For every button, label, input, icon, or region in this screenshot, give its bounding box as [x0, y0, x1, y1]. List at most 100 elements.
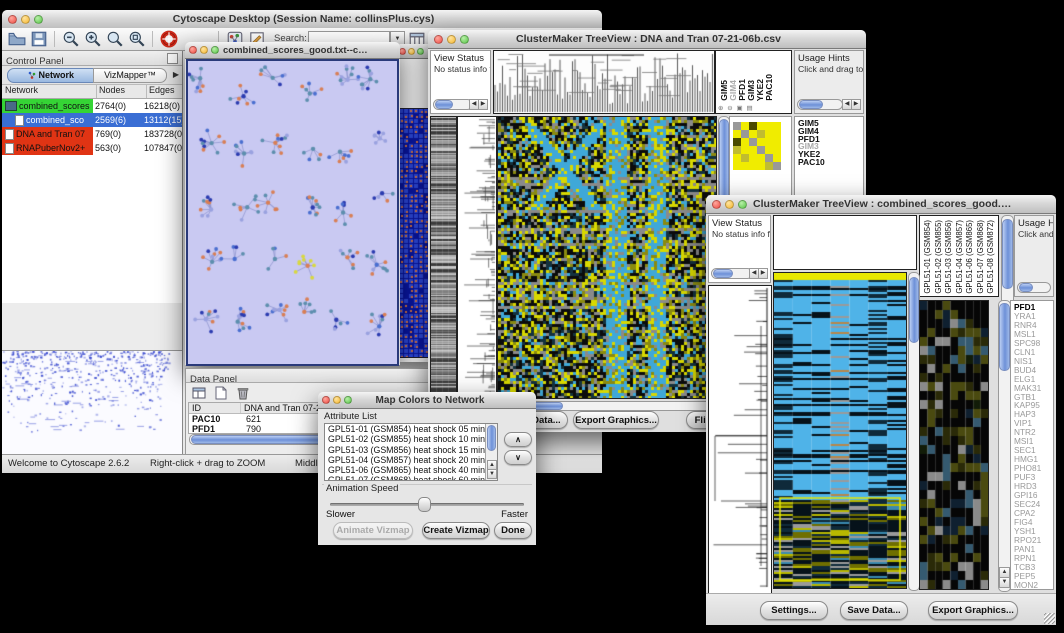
col-nodes[interactable]: Nodes [97, 85, 147, 98]
treeview1-column-labels[interactable]: ⊕ ⊖ ▣ ▤ GIM5GIM4PFD1GIM3YKE2PAC10 [715, 50, 792, 114]
zoom-button[interactable] [738, 200, 747, 209]
treeview2-heatmap[interactable] [773, 272, 907, 589]
treeview2-secondary-heatmap[interactable] [919, 300, 989, 590]
attribute-item[interactable]: GPL51-04 (GSM857) heat shock 20 min [325, 455, 497, 465]
zoom-button[interactable] [460, 35, 469, 44]
minimize-button[interactable] [408, 48, 415, 55]
treeview2-titlebar[interactable]: ClusterMaker TreeView : combined_scores_… [706, 195, 1056, 214]
export-graphics-button[interactable]: Export Graphics... [928, 601, 1018, 620]
column-label[interactable]: GPL51-04 (GSM857) [955, 220, 964, 294]
minimize-button[interactable] [447, 35, 456, 44]
close-button[interactable] [189, 46, 197, 54]
zoom-in-icon[interactable] [84, 30, 102, 48]
file-icon [5, 143, 14, 154]
column-label[interactable]: GPL51-02 (GSM855) [934, 220, 943, 294]
scroll-right-arrow[interactable]: ▶ [758, 268, 768, 279]
done-button[interactable]: Done [494, 522, 532, 539]
minimize-button[interactable] [333, 396, 341, 404]
tab-vizmapper[interactable]: VizMapper™ [93, 68, 167, 83]
minimize-button[interactable] [200, 46, 208, 54]
id-column-header[interactable]: ID [189, 403, 241, 413]
view-status-scrollbar[interactable] [433, 99, 473, 110]
treeview1-heatmap[interactable] [497, 116, 717, 399]
tab-overflow-arrow[interactable]: ▶ [173, 70, 179, 79]
matrix-cell [765, 146, 773, 154]
move-up-button[interactable]: ∧ [504, 432, 532, 447]
minimize-button[interactable] [21, 15, 30, 24]
save-session-icon[interactable] [30, 30, 48, 48]
create-vizmap-button[interactable]: Create Vizmap [422, 522, 490, 539]
treeview2-column-dendrogram[interactable] [773, 215, 917, 270]
scroll-right-arrow[interactable]: ▶ [851, 99, 861, 110]
attribute-list[interactable]: GPL51-01 (GSM854) heat shock 05 minGPL51… [324, 423, 498, 481]
dialog-titlebar[interactable]: Map Colors to Network [318, 392, 536, 409]
close-button[interactable] [399, 48, 406, 55]
slider-thumb[interactable] [418, 497, 431, 512]
treeview1-row-dendrogram[interactable] [457, 116, 497, 399]
col-edges[interactable]: Edges [147, 85, 182, 98]
resize-grip[interactable] [1044, 613, 1055, 624]
zoom-fit-icon[interactable] [106, 30, 124, 48]
matrix-cell [749, 130, 757, 138]
birdseye-view[interactable] [2, 350, 182, 455]
zoom-selected-icon[interactable] [128, 30, 146, 48]
save-data-button[interactable]: Save Data... [840, 601, 908, 620]
network-tree-row[interactable]: combined_sco2569(6)13112(15) [2, 113, 182, 127]
close-button[interactable] [434, 35, 443, 44]
column-label[interactable]: GPL51-01 (GSM854) [923, 220, 932, 294]
column-label[interactable]: GPL51-07 (GSM868) [976, 220, 985, 294]
usage-hints-scrollbar[interactable] [797, 99, 843, 110]
zoom-button[interactable] [211, 46, 219, 54]
attribute-item[interactable]: GPL51-02 (GSM855) heat shock 10 min [325, 434, 497, 444]
treeview1-titlebar[interactable]: ClusterMaker TreeView : DNA and Tran 07-… [428, 30, 866, 49]
column-label[interactable]: PAC10 [764, 74, 774, 101]
column-label[interactable]: GPL51-03 (GSM856) [944, 220, 953, 294]
column-label[interactable]: GPL51-08 (GSM872) [986, 220, 995, 294]
file-icon [5, 129, 14, 140]
attribute-select-icon[interactable] [191, 385, 207, 401]
network-tree-row[interactable]: combined_scores2764(0)16218(0) [2, 99, 182, 113]
attribute-item[interactable]: GPL51-07 (GSM868) heat shock 60 min [325, 475, 497, 481]
gene-label[interactable]: MON2 [1014, 581, 1053, 590]
network-tab-icon [28, 71, 36, 79]
correlation-matrix[interactable] [733, 122, 781, 170]
move-down-button[interactable]: ∨ [504, 450, 532, 465]
new-attribute-icon[interactable] [213, 385, 229, 401]
open-session-icon[interactable] [8, 30, 26, 48]
attribute-item[interactable]: GPL51-06 (GSM865) heat shock 40 min [325, 465, 497, 475]
help-icon[interactable] [160, 30, 178, 48]
export-graphics-button[interactable]: Export Graphics... [573, 411, 659, 429]
treeview1-column-dendrogram[interactable] [493, 50, 715, 114]
close-button[interactable] [322, 396, 330, 404]
network-tree-row[interactable]: RNAPuberNov2+563(0)107847(0) [2, 141, 182, 155]
treeview2-row-dendrogram[interactable] [708, 285, 772, 594]
zoom-button[interactable] [344, 396, 352, 404]
tab-network[interactable]: Network [7, 68, 95, 83]
view-status-scrollbar[interactable] [711, 268, 753, 279]
minimize-button[interactable] [725, 200, 734, 209]
col-network[interactable]: Network [2, 85, 97, 98]
treeview2-column-labels[interactable]: GPL51-01 (GSM854)GPL51-02 (GSM855)GPL51-… [919, 215, 999, 297]
close-button[interactable] [8, 15, 17, 24]
delete-attribute-icon[interactable] [235, 385, 251, 401]
zoom-button[interactable] [34, 15, 43, 24]
scroll-down-arrow[interactable]: ▼ [487, 469, 497, 479]
attribute-item[interactable]: GPL51-03 (GSM856) heat shock 15 min [325, 445, 497, 455]
zoom-out-icon[interactable] [62, 30, 80, 48]
settings-button[interactable]: Settings... [760, 601, 828, 620]
attribute-item[interactable]: GPL51-01 (GSM854) heat shock 05 min [325, 424, 497, 434]
column-label[interactable]: GPL51-06 (GSM865) [965, 220, 974, 294]
network-canvas[interactable] [186, 59, 399, 366]
zoom-button[interactable] [417, 48, 424, 55]
main-titlebar[interactable]: Cytoscape Desktop (Session Name: collins… [2, 10, 602, 29]
scroll-down-arrow[interactable]: ▼ [999, 577, 1010, 588]
float-panel-icon[interactable] [167, 53, 178, 64]
network-tree-row[interactable]: DNA and Tran 07769(0)183728(0) [2, 127, 182, 141]
attribute-list-scrollbar[interactable]: ▲ ▼ [485, 424, 497, 480]
scroll-right-arrow[interactable]: ▶ [478, 99, 488, 110]
edge-count: 183728(0) [142, 129, 182, 139]
close-button[interactable] [712, 200, 721, 209]
gene-label[interactable]: PAC10 [798, 159, 863, 167]
network-view-titlebar[interactable]: combined_scores_good.txt--cluste... [185, 42, 400, 59]
usage-hints-scrollbar[interactable] [1017, 282, 1051, 293]
